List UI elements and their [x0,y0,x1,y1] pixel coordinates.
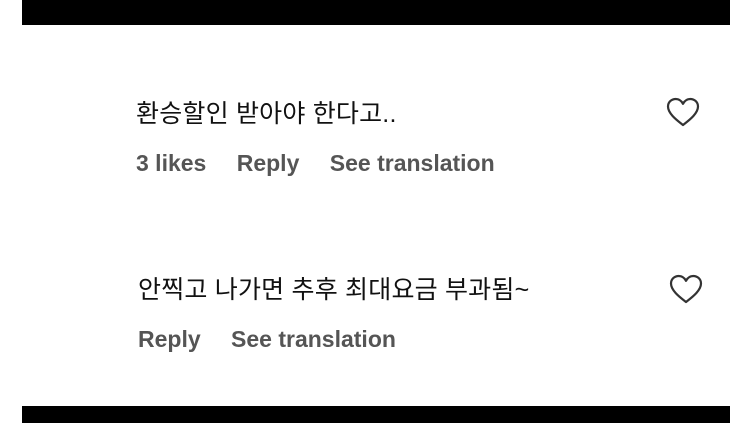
see-translation-button[interactable]: See translation [330,150,495,176]
reply-button[interactable]: Reply [138,326,201,352]
comment-text: 환승할인 받아야 한다고.. [136,100,397,128]
see-translation-button[interactable]: See translation [231,326,396,352]
bottom-letterbox-bar [22,406,730,423]
heart-outline-icon[interactable] [666,97,700,127]
comment-actions: 3 likes Reply See translation [136,150,519,177]
comment-text: 안찍고 나가면 추후 최대요금 부과됨~ [138,276,530,304]
reply-button[interactable]: Reply [237,150,300,176]
like-count: 3 likes [136,150,207,176]
heart-outline-icon[interactable] [669,274,703,304]
comment-actions: Reply See translation [138,326,420,353]
comments-view: 환승할인 받아야 한다고.. 3 likes Reply See transla… [0,0,749,423]
top-letterbox-bar [22,0,730,25]
